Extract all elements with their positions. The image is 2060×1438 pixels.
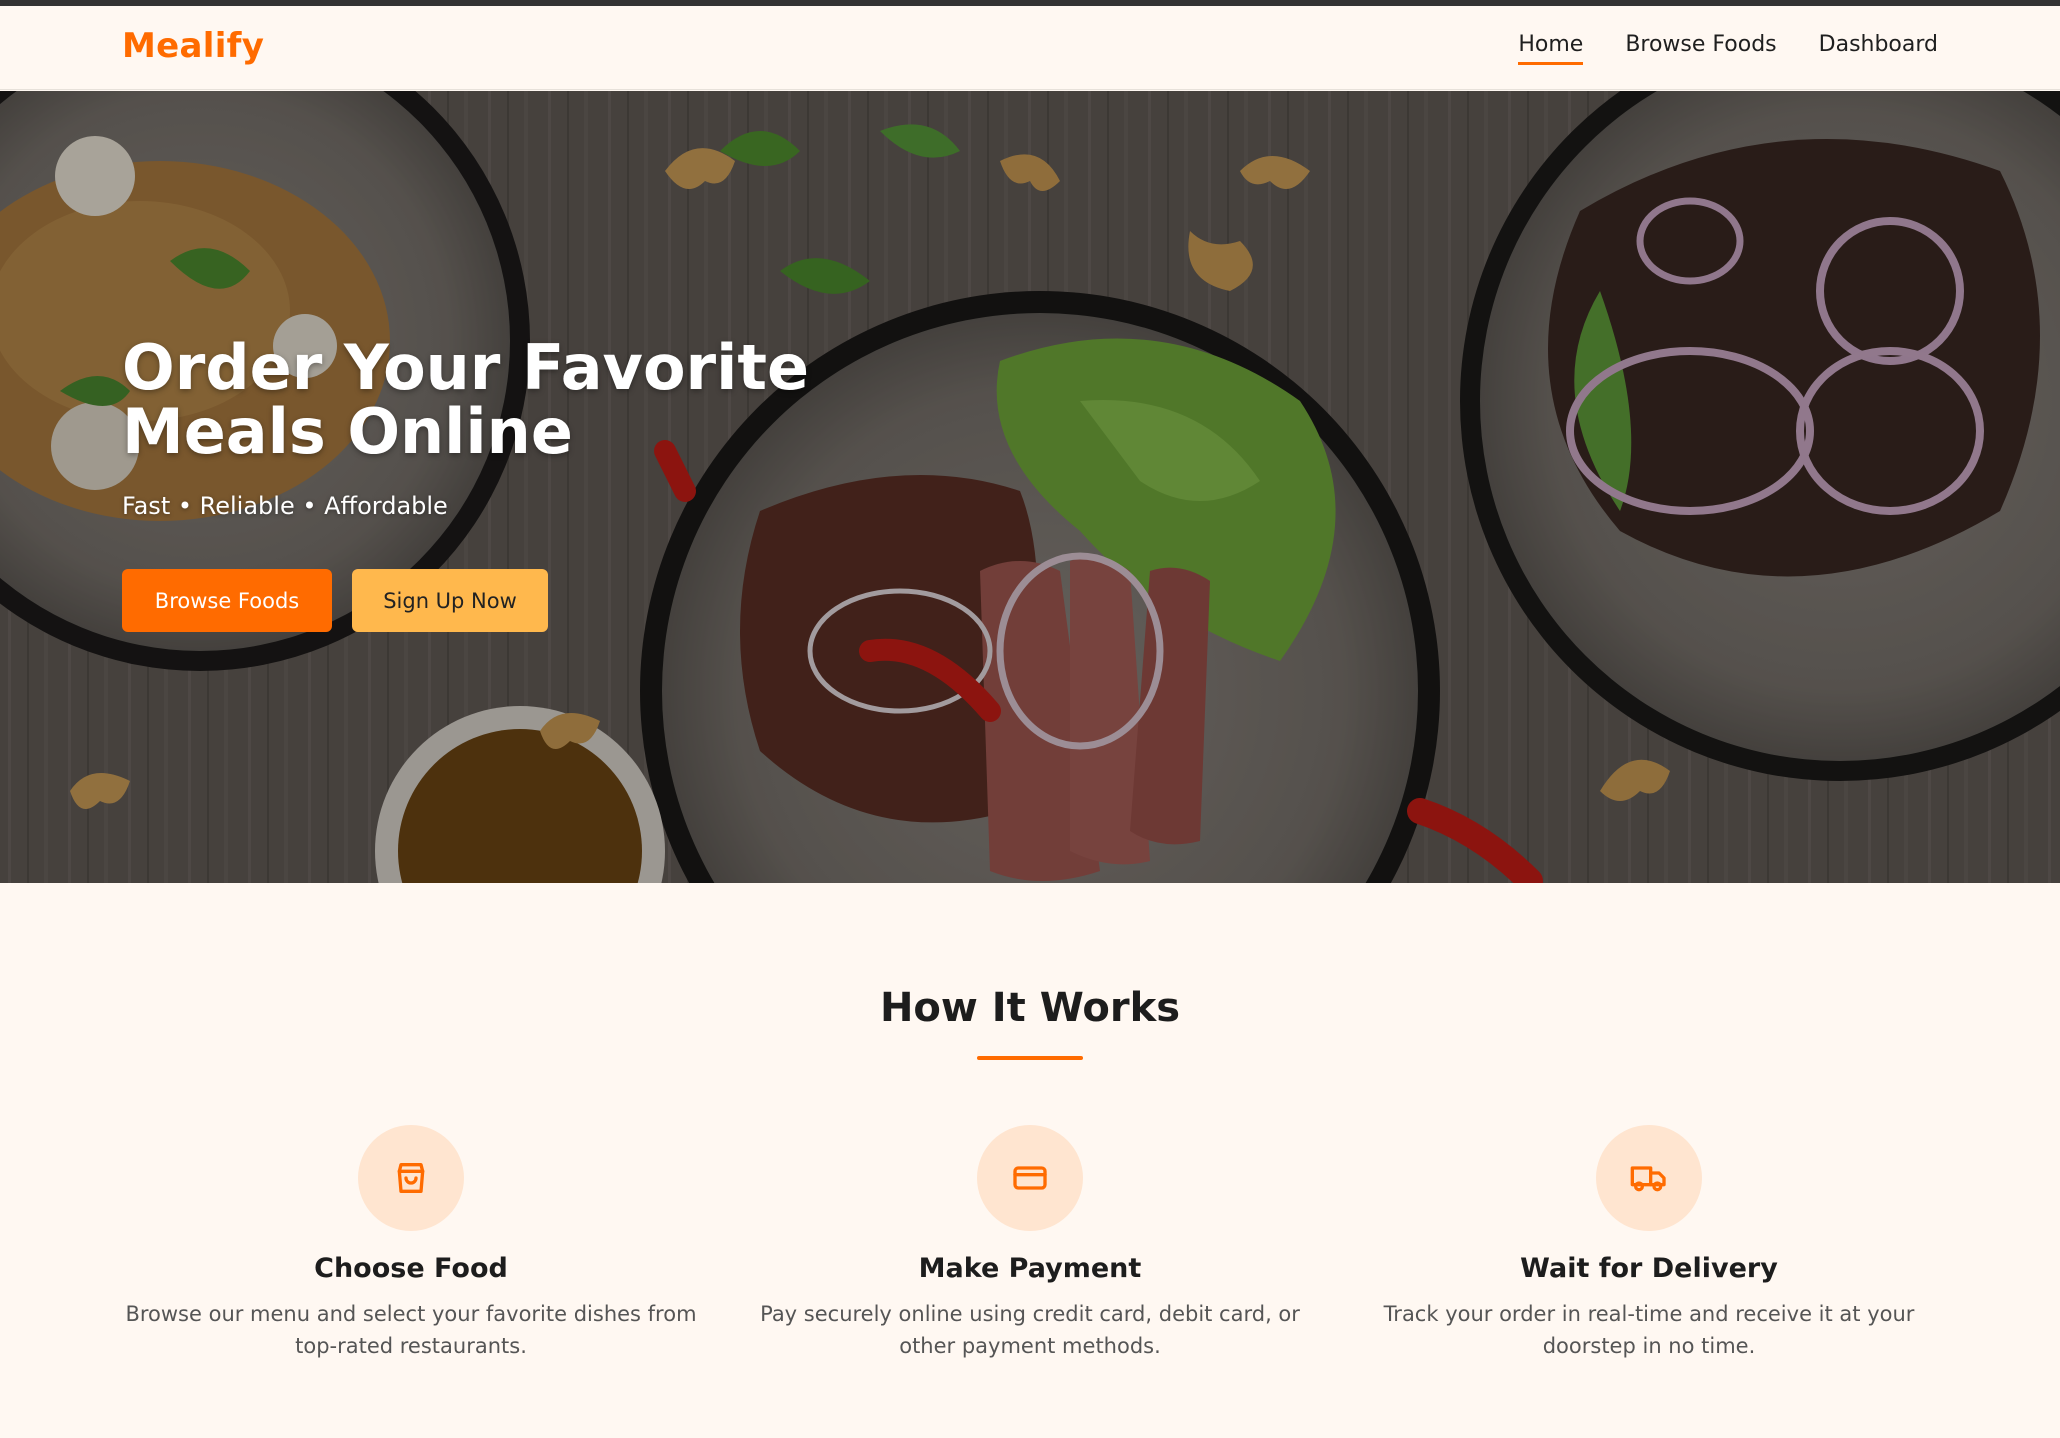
step-title: Choose Food	[314, 1253, 508, 1284]
main-nav: Home Browse Foods Dashboard	[1518, 32, 1938, 65]
section-title-underline	[977, 1056, 1083, 1060]
step-title: Wait for Delivery	[1520, 1253, 1778, 1284]
step-title: Make Payment	[918, 1253, 1142, 1284]
brand-logo[interactable]: Mealify	[122, 26, 264, 66]
nav-home[interactable]: Home	[1518, 32, 1583, 65]
step-description: Browse our menu and select your favorite…	[125, 1302, 697, 1358]
truck-icon	[1596, 1125, 1702, 1231]
hero-dark-overlay	[0, 91, 2060, 883]
nav-dashboard[interactable]: Dashboard	[1819, 32, 1938, 65]
how-it-works-title: How It Works	[879, 985, 1181, 1031]
site-header: Mealify Home Browse Foods Dashboard	[0, 6, 2060, 90]
step-wait-for-delivery: Wait for Delivery Track your order in re…	[1339, 1125, 1959, 1362]
hero-subtitle: Fast • Reliable • Affordable	[122, 492, 448, 520]
shopping-bag-icon	[358, 1125, 464, 1231]
browse-foods-button[interactable]: Browse Foods	[122, 569, 332, 632]
step-description: Pay securely online using credit card, d…	[760, 1302, 1300, 1358]
step-choose-food: Choose Food Browse our menu and select y…	[101, 1125, 721, 1362]
nav-browse-foods[interactable]: Browse Foods	[1625, 32, 1776, 65]
step-description: Track your order in real-time and receiv…	[1383, 1302, 1915, 1358]
credit-card-icon	[977, 1125, 1083, 1231]
sign-up-now-button[interactable]: Sign Up Now	[352, 569, 548, 632]
step-make-payment: Make Payment Pay securely online using c…	[720, 1125, 1340, 1362]
hero-title: Order Your Favorite Meals Online	[122, 331, 810, 468]
hero-section: Order Your Favorite Meals Online Fast • …	[0, 91, 2060, 883]
